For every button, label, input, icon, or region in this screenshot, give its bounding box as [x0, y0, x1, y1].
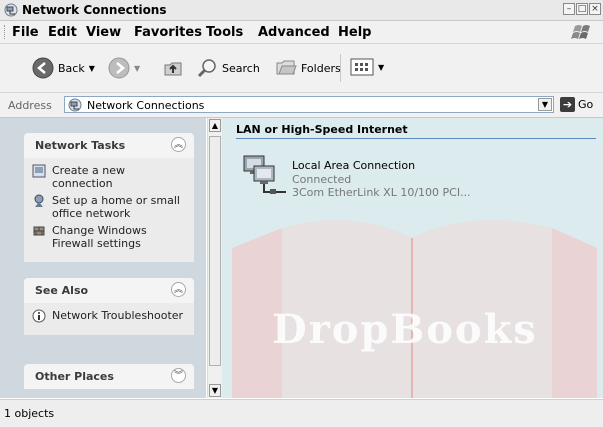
address-label: Address — [8, 99, 52, 112]
up-folder-button[interactable] — [162, 57, 184, 79]
see-also-header[interactable]: See Also ︽ — [24, 278, 194, 303]
search-button[interactable]: Search — [196, 57, 260, 79]
group-divider — [236, 138, 596, 139]
toolbar-separator — [340, 54, 341, 82]
scroll-up-button[interactable]: ▲ — [209, 119, 221, 132]
address-value: Network Connections — [87, 99, 205, 112]
menu-grip[interactable] — [4, 25, 7, 39]
menu-bar: File Edit View Favorites Tools Advanced … — [0, 21, 603, 44]
task-firewall-settings[interactable]: Change Windows Firewall settings — [32, 224, 186, 250]
title-bar[interactable]: Network Connections – □ × — [0, 0, 603, 21]
folders-button[interactable]: Folders — [275, 57, 341, 79]
menu-help[interactable]: Help — [338, 25, 371, 40]
menu-advanced[interactable]: Advanced — [258, 25, 330, 40]
go-label: Go — [578, 98, 594, 111]
address-dropdown-button[interactable]: ▼ — [538, 98, 552, 111]
close-button[interactable]: × — [589, 3, 601, 15]
task-label: Set up a home or small office network — [52, 194, 180, 220]
task-create-connection[interactable]: Create a new connection — [32, 164, 186, 190]
address-bar: Address Network Connections ▼ ➔ Go — [0, 93, 603, 118]
back-arrow-icon — [32, 57, 54, 79]
search-icon — [197, 59, 216, 78]
network-connections-icon — [68, 98, 82, 112]
go-arrow-icon: ➔ — [560, 97, 575, 112]
new-connection-icon — [32, 164, 46, 178]
views-dropdown-icon[interactable]: ▼ — [378, 63, 384, 72]
network-tasks-body: Create a new connection Set up a home or… — [24, 158, 194, 262]
task-label: Create a new connection — [52, 164, 126, 190]
maximize-button[interactable]: □ — [576, 3, 588, 15]
forward-button[interactable]: ▼ — [108, 57, 140, 79]
menu-file[interactable]: File — [12, 25, 39, 40]
search-label: Search — [222, 61, 260, 75]
task-label: Change Windows Firewall settings — [52, 224, 147, 250]
content-pane: LAN or High-Speed Internet Local Area Co… — [222, 118, 603, 398]
network-connections-icon — [4, 3, 18, 17]
connection-device: 3Com EtherLink XL 10/100 PCI... — [292, 186, 471, 199]
status-bar: 1 objects — [0, 399, 603, 427]
toolbar: Back ▼ ▼ Search Folders ▼ — [0, 44, 603, 93]
network-tasks-title: Network Tasks — [35, 139, 126, 152]
see-also-panel: See Also ︽ Network Troubleshooter — [24, 278, 194, 335]
views-icon — [350, 58, 374, 76]
see-also-body: Network Troubleshooter — [24, 303, 194, 335]
back-dropdown-icon[interactable]: ▼ — [89, 64, 95, 73]
task-pane-scrollbar[interactable]: ▲ ▼ — [207, 118, 222, 398]
firewall-icon — [33, 226, 45, 236]
link-network-troubleshooter[interactable]: Network Troubleshooter — [32, 309, 186, 323]
task-label: Network Troubleshooter — [52, 309, 184, 322]
menu-favorites[interactable]: Favorites — [134, 25, 202, 40]
connection-name[interactable]: Local Area Connection — [292, 159, 415, 172]
menu-tools[interactable]: Tools — [206, 25, 243, 40]
collapse-chevron-icon[interactable]: ︽ — [171, 137, 186, 152]
address-field[interactable]: Network Connections ▼ — [64, 96, 554, 113]
scroll-down-button[interactable]: ▼ — [209, 384, 221, 397]
menu-view[interactable]: View — [86, 25, 121, 40]
folders-label: Folders — [301, 61, 341, 75]
other-places-title: Other Places — [35, 370, 114, 383]
network-tasks-panel: Network Tasks ︽ Create a new connection — [24, 133, 194, 262]
collapse-chevron-icon[interactable]: ︽ — [171, 282, 186, 297]
group-heading: LAN or High-Speed Internet — [236, 123, 408, 136]
window: Network Connections – □ × File Edit View… — [0, 0, 603, 427]
go-button[interactable]: ➔ Go — [560, 97, 593, 112]
network-tasks-header[interactable]: Network Tasks ︽ — [24, 133, 194, 158]
minimize-button[interactable]: – — [563, 3, 575, 15]
menu-edit[interactable]: Edit — [48, 25, 77, 40]
info-icon — [32, 309, 46, 323]
other-places-header[interactable]: Other Places ︾ — [24, 364, 194, 389]
see-also-title: See Also — [35, 284, 89, 297]
views-button[interactable]: ▼ — [350, 57, 384, 77]
windows-logo-icon — [571, 25, 590, 39]
connection-status: Connected — [292, 173, 352, 186]
expand-chevron-icon[interactable]: ︾ — [171, 368, 186, 383]
home-network-icon — [34, 194, 44, 207]
other-places-panel: Other Places ︾ — [24, 364, 194, 389]
task-home-network[interactable]: Set up a home or small office network — [32, 194, 186, 220]
window-controls: – □ × — [563, 3, 601, 15]
window-title: Network Connections — [22, 3, 167, 17]
folders-icon — [276, 60, 297, 75]
up-folder-icon — [164, 62, 182, 76]
status-text: 1 objects — [4, 407, 55, 420]
lan-connection-icon[interactable] — [240, 154, 290, 196]
back-button[interactable]: Back ▼ — [32, 57, 95, 79]
task-pane: Network Tasks ︽ Create a new connection — [0, 118, 206, 398]
scroll-thumb[interactable] — [209, 136, 221, 366]
watermark-text: DropBooks — [272, 306, 538, 353]
back-label: Back — [58, 61, 85, 75]
book-watermark-graphic — [232, 220, 597, 398]
forward-arrow-icon — [108, 57, 130, 79]
forward-dropdown-icon[interactable]: ▼ — [134, 64, 140, 73]
